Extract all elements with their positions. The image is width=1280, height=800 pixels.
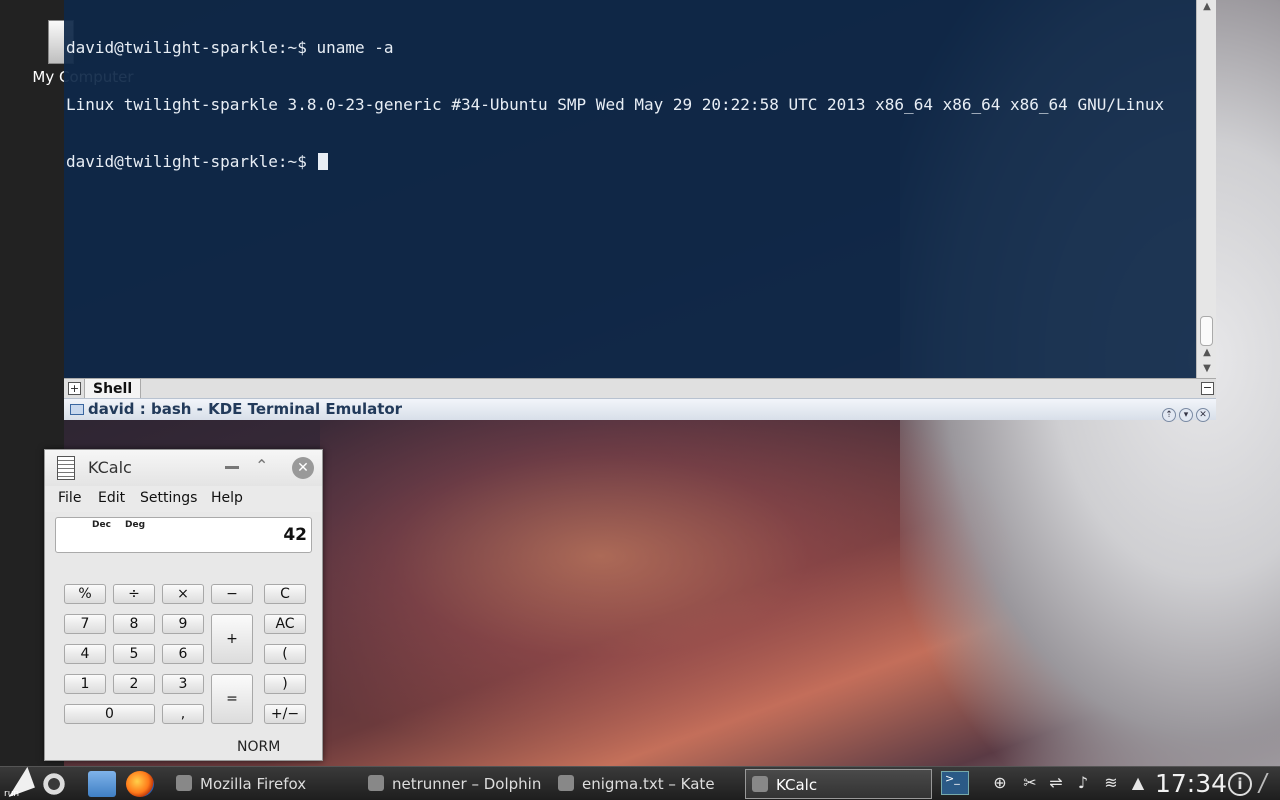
menu-bar: File Edit Settings Help — [45, 486, 322, 512]
window-title: KCalc — [88, 458, 132, 477]
scroll-up-arrow-icon[interactable]: ▲ — [1197, 0, 1217, 14]
tab-shell[interactable]: Shell — [84, 379, 142, 399]
new-tab-button[interactable]: + — [68, 382, 81, 395]
menu-settings[interactable]: Settings — [140, 490, 197, 506]
task-label: netrunner – Dolphin — [392, 775, 542, 793]
task-kcalc[interactable]: KCalc — [745, 769, 932, 799]
volume-icon[interactable]: ♪ — [1073, 773, 1093, 793]
key-all-clear[interactable]: AC — [264, 614, 306, 634]
info-icon[interactable]: i — [1228, 772, 1252, 796]
key-plus-minus[interactable]: +/− — [264, 704, 306, 724]
key-plus[interactable]: + — [211, 614, 253, 664]
calculator-icon — [57, 456, 75, 480]
terminal-scrollbar[interactable]: ▲ ▲ ▼ — [1196, 0, 1216, 378]
task-label: Mozilla Firefox — [200, 775, 307, 793]
notifications-icon[interactable]: ▲ — [1128, 773, 1148, 793]
angle-indicator: Deg — [125, 520, 146, 530]
firefox-icon[interactable] — [126, 771, 154, 797]
terminal-tray-icon[interactable]: >_ — [941, 771, 969, 795]
clock[interactable]: 17:34 — [1155, 767, 1227, 800]
close-icon[interactable]: ✕ — [1196, 408, 1210, 422]
display-value: 42 — [283, 525, 307, 545]
menu-file[interactable]: File — [58, 490, 81, 506]
calculator-display: Dec Deg 42 — [55, 517, 312, 553]
terminal-cursor — [318, 153, 329, 170]
task-label: enigma.txt – Kate — [582, 775, 715, 793]
key-7[interactable]: 7 — [64, 614, 106, 634]
key-1[interactable]: 1 — [64, 674, 106, 694]
klipper-icon[interactable]: ⊕ — [990, 773, 1010, 793]
key-3[interactable]: 3 — [162, 674, 204, 694]
task-firefox[interactable]: Mozilla Firefox — [176, 769, 356, 799]
scroll-up-arrow-icon[interactable]: ▲ — [1197, 346, 1217, 360]
key-4[interactable]: 4 — [64, 644, 106, 664]
task-kate[interactable]: enigma.txt – Kate — [558, 769, 738, 799]
key-0[interactable]: 0 — [64, 704, 155, 724]
panel-toolbox-icon[interactable] — [1257, 773, 1280, 793]
key-9[interactable]: 9 — [162, 614, 204, 634]
key-paren-close[interactable]: ) — [264, 674, 306, 694]
calculator-icon — [752, 776, 768, 792]
scroll-down-arrow-icon[interactable]: ▼ — [1197, 362, 1217, 376]
task-label: KCalc — [776, 776, 818, 794]
key-multiply[interactable]: × — [162, 584, 204, 604]
minimize-icon[interactable] — [225, 466, 239, 469]
key-divide[interactable]: ÷ — [113, 584, 155, 604]
task-dolphin[interactable]: netrunner – Dolphin — [368, 769, 548, 799]
run-launcher[interactable]: run — [1, 766, 36, 799]
scissors-icon[interactable]: ✂ — [1020, 773, 1040, 793]
menu-edit[interactable]: Edit — [98, 490, 125, 506]
minimize-icon[interactable]: ▾ — [1179, 408, 1193, 422]
terminal-window[interactable]: david@twilight-sparkle:~$ uname -a Linux… — [64, 0, 1216, 422]
terminal-prompt-line: david@twilight-sparkle:~$ — [66, 152, 1196, 171]
menu-help[interactable]: Help — [211, 490, 243, 506]
key-8[interactable]: 8 — [113, 614, 155, 634]
terminal-app-icon[interactable] — [70, 404, 84, 415]
window-title: david : bash - KDE Terminal Emulator — [88, 400, 403, 418]
terminal-tab-bar: + Shell − — [64, 378, 1216, 399]
taskbar: run Mozilla Firefox netrunner – Dolphin … — [0, 766, 1280, 800]
maximize-icon[interactable]: ⌃ — [255, 456, 268, 475]
settings-gear-icon[interactable] — [40, 771, 68, 797]
key-6[interactable]: 6 — [162, 644, 204, 664]
wifi-icon[interactable]: ≋ — [1101, 773, 1121, 793]
status-mode: NORM — [237, 739, 281, 755]
terminal-line: Linux twilight-sparkle 3.8.0-23-generic … — [66, 95, 1165, 114]
key-decimal[interactable]: , — [162, 704, 204, 724]
kcalc-titlebar[interactable]: KCalc ⌃ ✕ — [45, 450, 322, 486]
key-2[interactable]: 2 — [113, 674, 155, 694]
terminal-output[interactable]: david@twilight-sparkle:~$ uname -a Linux… — [66, 0, 1196, 378]
key-equals[interactable]: = — [211, 674, 253, 724]
key-percent[interactable]: % — [64, 584, 106, 604]
kate-icon — [558, 775, 574, 791]
dolphin-folder-icon[interactable] — [88, 771, 116, 797]
run-label: run — [4, 789, 20, 799]
keep-above-icon[interactable]: ⇡ — [1162, 408, 1176, 422]
wallpaper-flare — [320, 420, 1020, 760]
base-indicator: Dec — [92, 520, 111, 530]
key-paren-open[interactable]: ( — [264, 644, 306, 664]
terminal-prompt: david@twilight-sparkle:~$ — [66, 152, 317, 171]
key-clear[interactable]: C — [264, 584, 306, 604]
scrollbar-thumb[interactable] — [1200, 316, 1213, 346]
key-5[interactable]: 5 — [113, 644, 155, 664]
firefox-icon — [176, 775, 192, 791]
dolphin-icon — [368, 775, 384, 791]
close-tab-button[interactable]: − — [1201, 382, 1214, 395]
close-icon[interactable]: ✕ — [292, 457, 314, 479]
terminal-line: david@twilight-sparkle:~$ uname -a — [66, 38, 394, 57]
usb-icon[interactable]: ⇌ — [1046, 773, 1066, 793]
key-minus[interactable]: − — [211, 584, 253, 604]
terminal-titlebar[interactable]: david : bash - KDE Terminal Emulator ⇡ ▾ ✕ — [64, 398, 1216, 422]
kcalc-window[interactable]: KCalc ⌃ ✕ File Edit Settings Help Dec De… — [44, 449, 323, 761]
